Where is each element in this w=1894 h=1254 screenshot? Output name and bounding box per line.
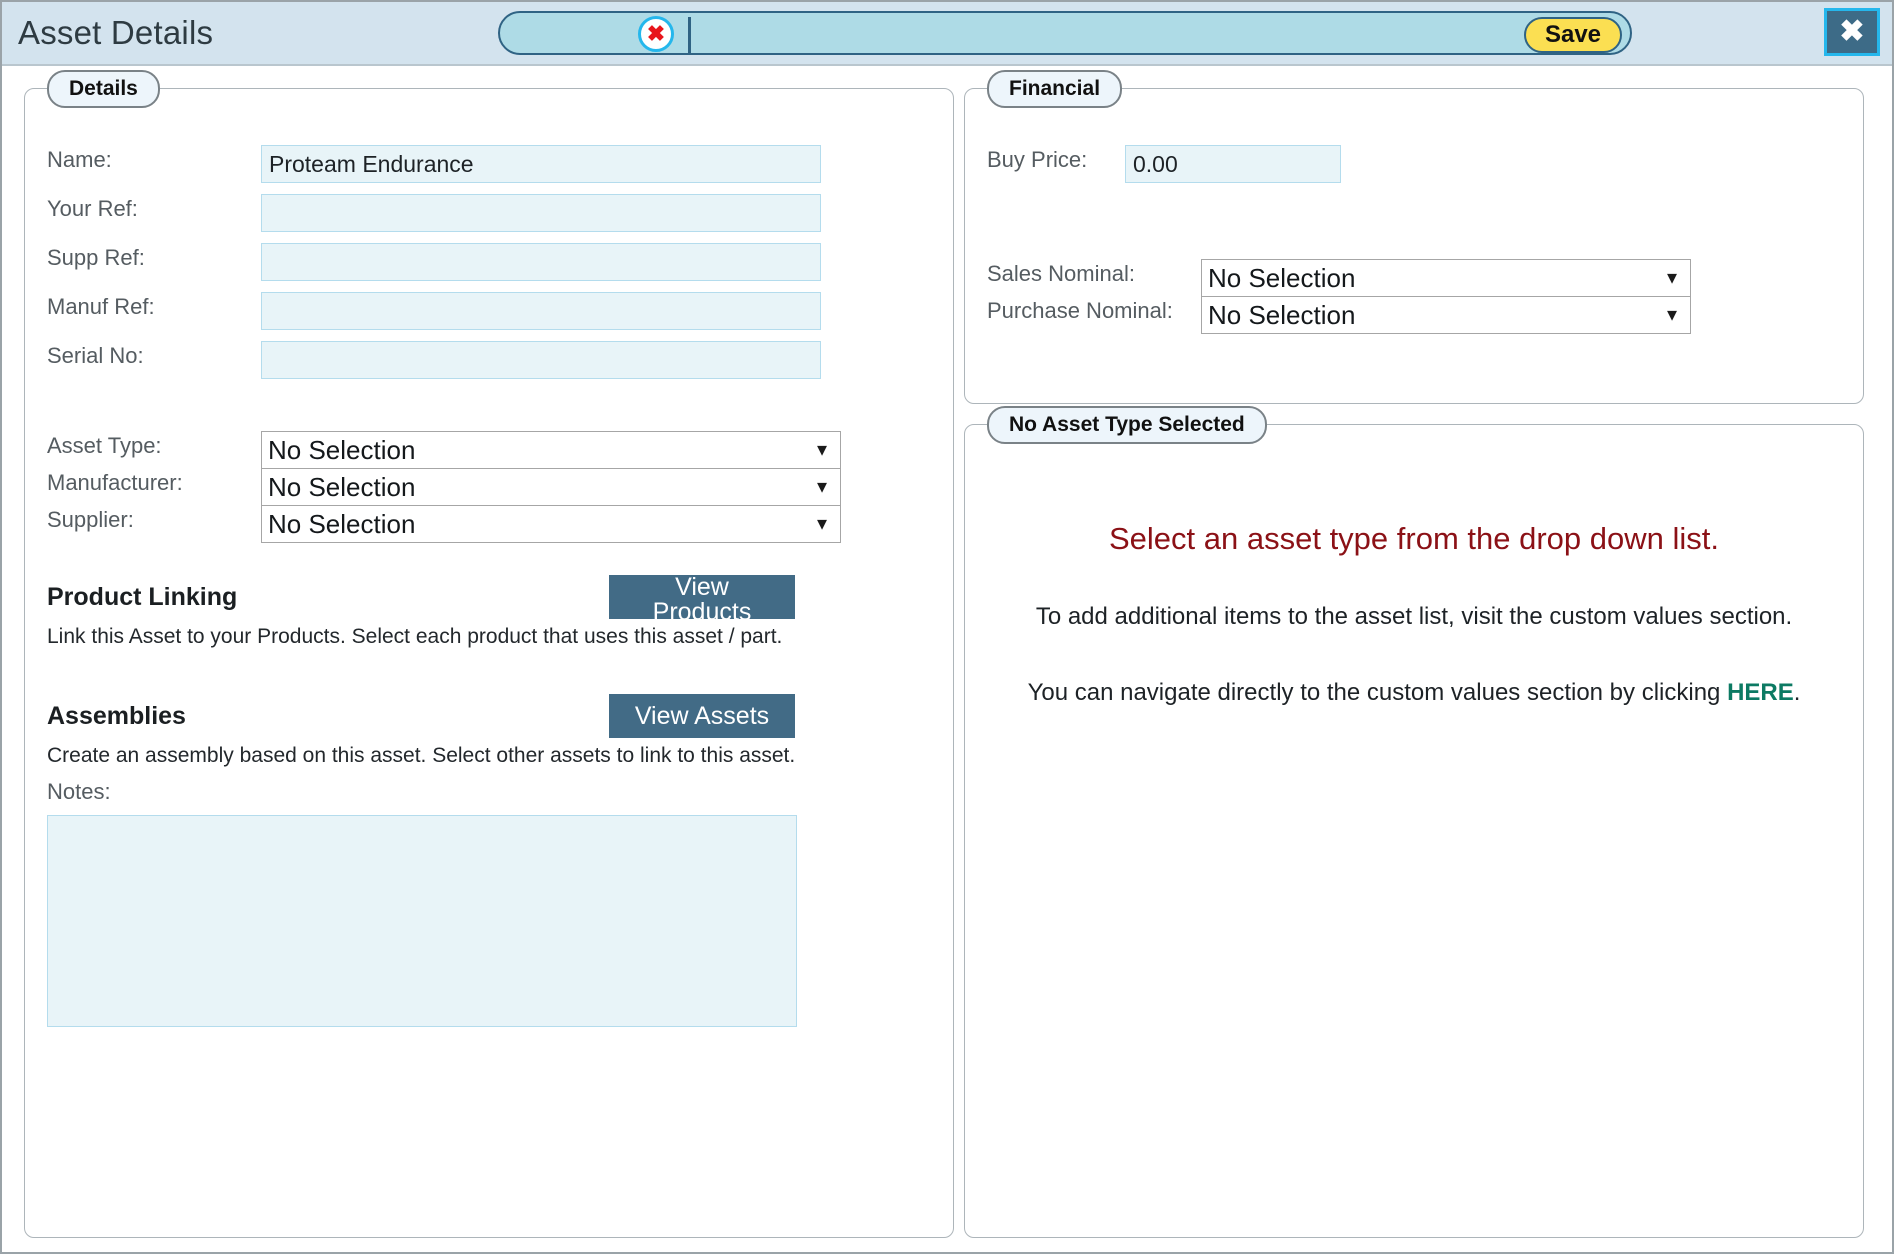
asset-type-label: Asset Type: <box>47 433 162 458</box>
your-ref-label: Your Ref: <box>47 196 138 221</box>
navigate-text-prefix: You can navigate directly to the custom … <box>1027 679 1728 706</box>
financial-panel-legend: Financial <box>987 70 1123 108</box>
title-bar: Asset Details ✖ Save ✖ <box>2 2 1892 66</box>
asset-type-warning-message: Select an asset type from the drop down … <box>1109 521 1719 556</box>
asset-type-panel-legend: No Asset Type Selected <box>987 406 1267 444</box>
manufacturer-select[interactable]: No Selection <box>261 468 841 506</box>
name-label: Name: <box>47 147 112 172</box>
sales-nominal-select[interactable]: No Selection <box>1201 259 1691 297</box>
purchase-nominal-select[interactable]: No Selection <box>1201 296 1691 334</box>
notes-label: Notes: <box>47 779 111 804</box>
view-assets-button[interactable]: View Assets <box>609 694 795 738</box>
page-title: Asset Details <box>18 14 214 51</box>
buy-price-input[interactable] <box>1125 145 1341 183</box>
purchase-nominal-select-wrap: No Selection ▾ <box>1201 296 1691 334</box>
notes-textarea[interactable] <box>47 815 797 1027</box>
navigate-text-suffix: . <box>1793 679 1801 706</box>
supplier-select-wrap: No Selection ▾ <box>261 505 841 543</box>
purchase-nominal-label: Purchase Nominal: <box>987 298 1173 323</box>
asset-type-select[interactable]: No Selection <box>261 431 841 469</box>
supp-ref-input[interactable] <box>261 243 821 281</box>
serial-no-label: Serial No: <box>47 343 144 368</box>
toolbar-search-pill: ✖ Save <box>498 11 1632 55</box>
asset-type-select-wrap: No Selection ▾ <box>261 431 841 469</box>
supplier-select[interactable]: No Selection <box>261 505 841 543</box>
here-link[interactable]: HERE <box>1727 679 1794 706</box>
product-linking-description: Link this Asset to your Products. Select… <box>47 625 783 648</box>
asset-type-panel: No Asset Type Selected Select an asset t… <box>964 406 1864 1238</box>
supplier-label: Supplier: <box>47 507 134 532</box>
close-x-icon[interactable]: ✖ <box>638 16 674 52</box>
close-icon[interactable]: ✖ <box>1824 8 1880 56</box>
financial-panel: Financial Buy Price: Sales Nominal: Purc… <box>964 70 1864 404</box>
product-linking-heading: Product Linking <box>47 583 238 611</box>
manuf-ref-label: Manuf Ref: <box>47 294 155 319</box>
supp-ref-label: Supp Ref: <box>47 245 145 270</box>
your-ref-input[interactable] <box>261 194 821 232</box>
manufacturer-select-wrap: No Selection ▾ <box>261 468 841 506</box>
sales-nominal-select-wrap: No Selection ▾ <box>1201 259 1691 297</box>
sales-nominal-label: Sales Nominal: <box>987 261 1135 286</box>
search-input[interactable] <box>688 17 1548 53</box>
buy-price-label: Buy Price: <box>987 147 1088 172</box>
asset-details-window: Asset Details ✖ Save ✖ Details Name: You… <box>0 0 1894 1254</box>
serial-no-input[interactable] <box>261 341 821 379</box>
manuf-ref-input[interactable] <box>261 292 821 330</box>
name-input[interactable] <box>261 145 821 183</box>
save-button[interactable]: Save <box>1524 17 1622 53</box>
manufacturer-label: Manufacturer: <box>47 470 183 495</box>
custom-values-info-line: To add additional items to the asset lis… <box>1035 603 1793 630</box>
assemblies-heading: Assemblies <box>47 702 186 730</box>
details-panel: Details Name: Your Ref: Supp Ref: Manuf … <box>24 70 954 1238</box>
custom-values-navigate-line: You can navigate directly to the custom … <box>965 679 1863 707</box>
assemblies-description: Create an assembly based on this asset. … <box>47 744 796 767</box>
details-panel-legend: Details <box>47 70 160 108</box>
view-products-button[interactable]: View Products <box>609 575 795 625</box>
